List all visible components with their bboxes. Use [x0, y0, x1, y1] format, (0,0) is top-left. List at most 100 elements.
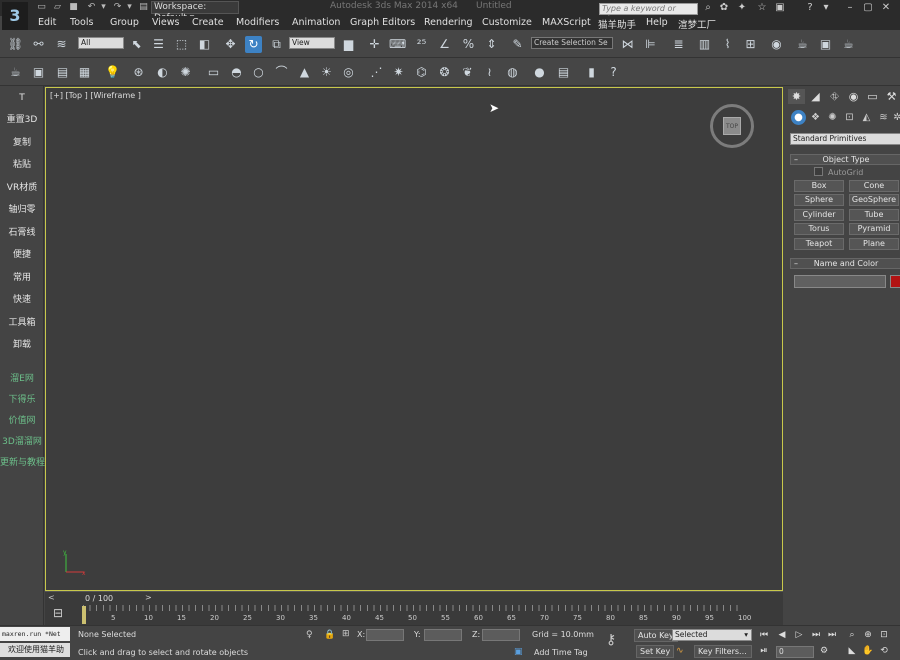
render-setup-icon[interactable]: ☕ — [794, 36, 811, 53]
sphere-grid-icon[interactable]: ◐ — [154, 64, 171, 81]
sidebar-link-4[interactable]: 3D溜溜网 — [0, 434, 44, 447]
sidebar-item-paste[interactable]: 粘贴 — [0, 157, 44, 170]
geometry-category-icon[interactable]: ● — [791, 110, 806, 125]
absolute-mode-icon[interactable]: ⊞ — [342, 629, 350, 639]
viewport-label[interactable]: [+] [Top ] [Wireframe ] — [50, 91, 141, 100]
rectangular-selection-icon[interactable]: ⬚ — [173, 36, 190, 53]
tube-button[interactable]: Tube — [849, 209, 899, 221]
menu-modifiers[interactable]: Modifiers — [236, 17, 279, 28]
percent-snap-icon[interactable]: % — [460, 36, 477, 53]
select-and-move-icon[interactable]: ✥ — [222, 36, 239, 53]
menu-rendering[interactable]: Rendering — [424, 17, 473, 28]
key-filters-button[interactable]: Key Filters... — [694, 645, 752, 658]
maxscript-output-field[interactable]: 欢迎使用猫羊助 — [0, 643, 70, 657]
render-window-icon[interactable]: ▣ — [30, 64, 47, 81]
key-mode-icon[interactable]: ∿ — [676, 646, 684, 656]
menu-tools[interactable]: Tools — [70, 17, 93, 28]
select-and-link-icon[interactable]: ⛓ — [7, 36, 24, 53]
selection-lock-icon[interactable]: 🔒 — [324, 630, 335, 640]
play-icon[interactable]: ▷ — [793, 629, 805, 641]
plant-icon[interactable]: ❦ — [459, 64, 476, 81]
material-editor-icon[interactable]: ◉ — [768, 36, 785, 53]
menu-create[interactable]: Create — [192, 17, 224, 28]
help-icon[interactable]: ? — [804, 2, 816, 14]
sidebar-item-toolbox[interactable]: 工具箱 — [0, 315, 44, 328]
select-by-name-icon[interactable]: ☰ — [150, 36, 167, 53]
add-time-tag-button[interactable]: Add Time Tag — [534, 648, 588, 657]
time-slider-frame-label[interactable]: 0 / 100 — [85, 594, 113, 603]
graphite-ribbon-icon[interactable]: ▥ — [696, 36, 713, 53]
cone-button[interactable]: Cone — [849, 180, 899, 192]
trackbar[interactable]: ⊟ 5 10 15 20 25 30 35 40 45 50 55 60 65 70 75 80 85 90 95 1… — [45, 605, 783, 625]
sidebar-item-quick[interactable]: 快速 — [0, 292, 44, 305]
particles-icon[interactable]: ✺ — [177, 64, 194, 81]
go-to-end-icon[interactable]: ⏭ — [826, 629, 838, 641]
key-selection-set-dropdown[interactable]: Selected ▾ — [672, 629, 752, 641]
help-circle-icon[interactable]: ? — [605, 64, 622, 81]
motion-tab-icon[interactable]: ◉ — [845, 89, 862, 104]
plane-light-icon[interactable]: ▭ — [205, 64, 222, 81]
menu-edit[interactable]: Edit — [38, 17, 56, 28]
previous-key-icon[interactable]: ◀ — [776, 629, 788, 641]
proxy-icon[interactable]: ✷ — [390, 64, 407, 81]
geosphere-button[interactable]: GeoSphere — [849, 194, 899, 206]
zoom-icon[interactable]: ⌕ — [846, 629, 858, 641]
menu-help[interactable]: Help — [646, 17, 668, 28]
modify-tab-icon[interactable]: ◢ — [807, 89, 824, 104]
redo-icon[interactable]: ↷ — [112, 2, 123, 13]
cylinder-button[interactable]: Cylinder — [794, 209, 844, 221]
table-icon[interactable]: ▦ — [76, 64, 93, 81]
new-file-icon[interactable]: ▭ — [36, 2, 47, 13]
viewcube[interactable]: TOP — [710, 104, 754, 148]
menu-customize[interactable]: Customize — [482, 17, 532, 28]
schematic-view-icon[interactable]: ⊞ — [742, 36, 759, 53]
window-crossing-icon[interactable]: ◧ — [196, 36, 213, 53]
plane-button[interactable]: Plane — [849, 238, 899, 250]
sphere-wire-icon[interactable]: ❂ — [436, 64, 453, 81]
snaps-toggle-icon[interactable]: ²⁵ — [413, 36, 430, 53]
object-color-swatch[interactable] — [890, 275, 900, 288]
pan-view-icon[interactable]: ✋ — [862, 645, 874, 657]
sphere-button[interactable]: Sphere — [794, 194, 844, 206]
options-icon[interactable]: ▮ — [583, 64, 600, 81]
redo-dropdown-icon[interactable]: ▾ — [124, 2, 135, 13]
orbit-icon[interactable]: ⟲ — [878, 645, 890, 657]
spacewarps-category-icon[interactable]: ≋ — [876, 110, 891, 125]
selection-filter-dropdown[interactable]: All — [78, 37, 124, 49]
sidebar-link-1[interactable]: 溜E网 — [0, 371, 44, 384]
menu-group[interactable]: Group — [110, 17, 139, 28]
app-menu-logo-icon[interactable]: 3 — [2, 2, 28, 30]
top-viewport[interactable]: [+] [Top ] [Wireframe ] TOP ➤ y x — [45, 87, 783, 591]
current-frame-marker[interactable] — [82, 606, 86, 624]
viewcube-face[interactable]: TOP — [723, 117, 741, 135]
y-coord-field[interactable] — [424, 629, 462, 641]
workspace-dropdown[interactable]: Workspace: Default ▾ — [151, 1, 239, 23]
minimize-icon[interactable]: – — [844, 2, 856, 14]
frame-buffer-icon[interactable]: ▤ — [555, 64, 572, 81]
next-frame-icon[interactable]: > — [145, 593, 152, 602]
menu-render-factory[interactable]: 渲梦工厂 — [678, 17, 716, 31]
sidebar-item-common[interactable]: 常用 — [0, 270, 44, 283]
reference-coordinate-dropdown[interactable]: View — [289, 37, 335, 49]
render-production-icon[interactable]: ☕ — [840, 36, 857, 53]
field-of-view-icon[interactable]: ◣ — [846, 645, 858, 657]
mesh-icon[interactable]: ⌬ — [413, 64, 430, 81]
panel-top-icon[interactable]: T — [0, 93, 44, 103]
save-file-icon[interactable]: ■ — [68, 2, 79, 13]
menu-animation[interactable]: Animation — [292, 17, 340, 28]
light-bulb-icon[interactable]: 💡 — [104, 64, 121, 81]
go-to-start-icon[interactable]: ⏮ — [758, 629, 770, 641]
set-key-button[interactable]: Set Key — [636, 645, 675, 658]
sign-in-icon[interactable]: ▣ — [774, 2, 786, 14]
pyramid-button[interactable]: Pyramid — [849, 223, 899, 235]
time-configuration-icon[interactable]: ⚙ — [818, 645, 830, 657]
undo-dropdown-icon[interactable]: ▾ — [98, 2, 109, 13]
displacement-icon[interactable]: ◍ — [504, 64, 521, 81]
object-type-rollout[interactable]: – Object Type — [790, 154, 900, 165]
subscription-icon[interactable]: ✿ — [718, 2, 730, 14]
current-frame-field[interactable]: 0 — [776, 646, 814, 658]
zoom-all-icon[interactable]: ⊕ — [862, 629, 874, 641]
material-sphere-icon[interactable]: ● — [531, 64, 548, 81]
pivot-center-icon[interactable]: ▆ — [340, 36, 357, 53]
mini-curve-editor-icon[interactable]: ⊟ — [53, 606, 63, 620]
